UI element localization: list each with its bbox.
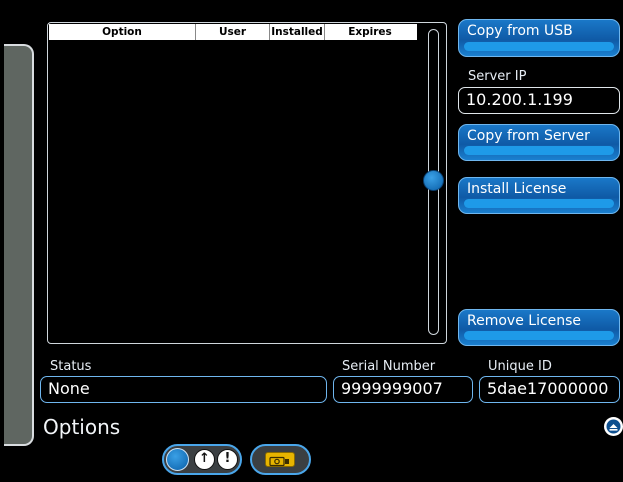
usb-drive-button[interactable] — [250, 444, 311, 475]
table-header: Option User Installed Expires — [49, 24, 417, 40]
license-table: Option User Installed Expires — [47, 22, 447, 344]
serial-number-label: Serial Number — [342, 359, 436, 374]
button-gloss — [464, 146, 614, 155]
side-drawer-handle[interactable] — [4, 44, 34, 446]
serial-number-field: 9999999007 — [333, 376, 473, 403]
button-gloss — [464, 331, 614, 340]
collapse-up-button[interactable] — [604, 417, 623, 436]
install-license-label: Install License — [467, 181, 567, 197]
unique-id-label: Unique ID — [488, 359, 552, 374]
unique-id-field: 5dae17000000 — [479, 376, 620, 403]
copy-from-usb-label: Copy from USB — [467, 23, 573, 39]
server-ip-label: Server IP — [468, 69, 527, 84]
scrollbar-thumb[interactable] — [423, 170, 444, 191]
copy-from-server-button[interactable]: Copy from Server — [458, 124, 620, 161]
column-header-expires[interactable]: Expires — [325, 24, 415, 40]
server-ip-field[interactable]: 10.200.1.199 — [458, 87, 620, 114]
view-toggle-group[interactable]: ↑ ! — [162, 444, 242, 475]
up-arrow-icon[interactable]: ↑ — [194, 449, 215, 470]
remove-license-label: Remove License — [467, 313, 582, 329]
usb-drive-icon — [265, 452, 295, 467]
button-gloss — [464, 199, 614, 208]
button-gloss — [464, 42, 614, 51]
remove-license-button[interactable]: Remove License — [458, 309, 620, 346]
page-title: Options — [43, 415, 121, 439]
chevron-up-icon — [606, 419, 621, 434]
column-header-option[interactable]: Option — [49, 24, 196, 40]
toggle-knob[interactable] — [166, 448, 189, 471]
copy-from-usb-button[interactable]: Copy from USB — [458, 19, 620, 57]
copy-from-server-label: Copy from Server — [467, 128, 590, 144]
install-license-button[interactable]: Install License — [458, 177, 620, 214]
status-label: Status — [50, 359, 92, 374]
column-header-installed[interactable]: Installed — [270, 24, 325, 40]
exclamation-icon[interactable]: ! — [217, 449, 238, 470]
status-field: None — [40, 376, 327, 403]
column-header-user[interactable]: User — [196, 24, 270, 40]
